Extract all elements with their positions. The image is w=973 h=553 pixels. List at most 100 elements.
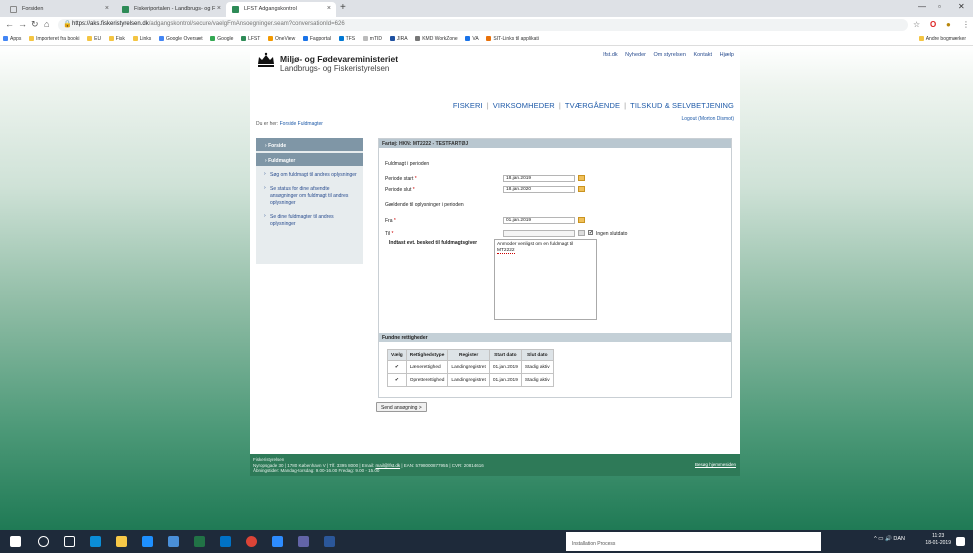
app-icon[interactable]	[168, 536, 179, 547]
send-ansoegning-button[interactable]: Send ansøgning >	[376, 402, 427, 412]
bookmark-item[interactable]: Fisk	[106, 33, 128, 42]
minimize-icon[interactable]: —	[918, 2, 926, 11]
nav-tvaergaaende[interactable]: TVÆRGÅENDE	[565, 101, 620, 110]
windows-start-icon[interactable]	[10, 536, 21, 547]
logo-ministry: Miljø- og Fødevareministeriet	[280, 54, 399, 64]
calendar-icon[interactable]	[578, 186, 585, 192]
breadcrumb-link[interactable]: Forside Fuldmagter	[280, 121, 323, 127]
top-link-lfst[interactable]: lfst.dk	[603, 52, 617, 58]
top-link-kontakt[interactable]: Kontakt	[693, 52, 712, 58]
reload-icon[interactable]: ↻	[31, 19, 39, 30]
system-tray[interactable]: ^ ▭ 🔊 DAN	[874, 536, 905, 542]
file-explorer-icon[interactable]	[116, 536, 127, 547]
rights-table: Vælg Rettighedstype Register Start dato …	[387, 349, 554, 387]
word-icon[interactable]	[324, 536, 335, 547]
bookmark-item[interactable]: Links	[130, 33, 155, 42]
nav-virksomheder[interactable]: VIRKSOMHEDER	[493, 101, 555, 110]
footer-visit-link[interactable]: Besøg hjemmesiden	[695, 462, 736, 468]
calendar-icon[interactable]	[578, 217, 585, 223]
bookmark-item[interactable]: VA	[462, 33, 481, 42]
tab-lfst-adgangskontrol[interactable]: LFST Adgangskontrol ×	[226, 2, 336, 17]
search-icon[interactable]	[38, 536, 49, 547]
sidebar-link-dine-fuldmagter[interactable]: Se dine fuldmagter til andres oplysninge…	[256, 210, 363, 231]
tab-forsiden[interactable]: Forsiden ×	[4, 2, 114, 17]
logout-link[interactable]: Logout (Morton Dismot)	[681, 116, 734, 122]
menu-dots-icon[interactable]: ⋮	[962, 20, 970, 29]
chrome-icon[interactable]	[246, 536, 257, 547]
opera-icon[interactable]: O	[930, 20, 936, 29]
sidebar-link-soeg-fuldmagt[interactable]: Søg om fuldmagt til andres oplysninger	[256, 168, 363, 182]
star-icon[interactable]: ☆	[913, 20, 920, 29]
crown-logo-icon	[258, 52, 274, 67]
row-select-checkbox[interactable]: ✔	[387, 360, 407, 374]
clock[interactable]: 11:23 18-01-2019	[925, 533, 951, 547]
home-icon[interactable]: ⌂	[44, 19, 49, 29]
footer-email-link[interactable]: mail@lfst.dk	[376, 463, 401, 468]
top-link-om-styrelsen[interactable]: Om styrelsen	[654, 52, 686, 58]
ingen-slutdato-label: Ingen slutdato	[596, 231, 628, 237]
back-arrow-icon[interactable]: ←	[5, 19, 14, 29]
besked-textarea[interactable]: Anmoder venligst om en fuldmagt til MT22…	[494, 239, 597, 320]
til-input[interactable]	[503, 230, 575, 237]
page-viewport: Miljø- og Fødevareministeriet Landbrugs-…	[0, 46, 973, 530]
bookmark-item[interactable]: EU	[84, 33, 104, 42]
maximize-icon[interactable]: ▫	[938, 2, 941, 11]
bookmark-item[interactable]: SIT-Links til applikati	[483, 33, 542, 42]
bookmark-item[interactable]: mTID	[360, 33, 385, 42]
forward-arrow-icon[interactable]: →	[18, 19, 27, 29]
folder-icon	[918, 36, 924, 41]
periode-start-label: Periode start *	[385, 176, 417, 182]
sidebar-link-status[interactable]: Se status for dine afsendte ansøgninger …	[256, 182, 363, 210]
bookmark-other[interactable]: Andre bogmærker	[916, 33, 969, 42]
fra-input[interactable]: 01.jan.2019	[503, 217, 575, 224]
site-favicon-icon	[241, 36, 247, 41]
notifications-icon[interactable]	[956, 537, 965, 546]
row-select-checkbox[interactable]: ✔	[387, 373, 407, 387]
profile-avatar-icon[interactable]: ●	[946, 20, 951, 29]
url-bar[interactable]: 🔒 https://aks.fiskeristyrelsen.dk/adgang…	[58, 19, 908, 31]
folder-icon	[132, 36, 138, 41]
sidebar-item-forside[interactable]: › Forside	[256, 138, 363, 153]
new-tab-button[interactable]: +	[340, 2, 346, 13]
bookmark-apps[interactable]: Apps	[0, 33, 24, 42]
window-close-icon[interactable]: ✕	[958, 2, 965, 11]
close-icon[interactable]: ×	[105, 5, 109, 12]
tab-fiskeriportalen[interactable]: Fiskeriportalen - Landbrugs- og F ×	[116, 2, 226, 17]
breadcrumb: Du er her: Forside Fuldmagter	[256, 121, 323, 127]
bookmark-item[interactable]: Importeret fra booki	[26, 33, 82, 42]
app-icon[interactable]	[272, 536, 283, 547]
bookmark-item[interactable]: Google Oversæt	[156, 33, 206, 42]
calendar-icon[interactable]	[578, 175, 585, 181]
calendar-icon[interactable]	[578, 230, 585, 236]
excel-icon[interactable]	[194, 536, 205, 547]
bookmark-item[interactable]: Google	[207, 33, 236, 42]
oneview-icon	[268, 36, 273, 41]
close-icon[interactable]: ×	[217, 5, 221, 12]
bookmark-item[interactable]: Fagportal	[300, 33, 334, 42]
app-icon[interactable]	[90, 536, 101, 547]
edge-icon[interactable]	[142, 536, 153, 547]
nav-separator: |	[558, 101, 561, 110]
periode-slut-input[interactable]: 18.jan.2020	[503, 186, 575, 193]
bookmark-item[interactable]: KMD WorkZone	[412, 33, 460, 42]
top-link-nyheder[interactable]: Nyheder	[625, 52, 646, 58]
nav-tilskud[interactable]: TILSKUD & SELVBETJENING	[630, 101, 734, 110]
bookmark-item[interactable]: OneView	[265, 33, 298, 42]
bookmark-item[interactable]: LFST	[238, 33, 263, 42]
ingen-slutdato-checkbox[interactable]: ✔	[588, 230, 593, 235]
app-icon[interactable]	[298, 536, 309, 547]
nav-separator: |	[486, 101, 489, 110]
folder-icon	[108, 36, 114, 41]
nav-fiskeri[interactable]: FISKERI	[453, 101, 483, 110]
site-container: Miljø- og Fødevareministeriet Landbrugs-…	[250, 46, 740, 476]
close-icon[interactable]: ×	[327, 5, 331, 12]
taskbar-search-input[interactable]: Installation Process	[566, 532, 821, 551]
sidebar-item-fuldmagter[interactable]: › Fuldmagter	[256, 153, 363, 168]
outlook-icon[interactable]	[220, 536, 231, 547]
fra-label: Fra *	[385, 218, 396, 224]
bookmark-item[interactable]: JIRA	[387, 33, 411, 42]
periode-start-input[interactable]: 18.jan.2019	[503, 175, 575, 182]
bookmark-item[interactable]: TFS	[336, 33, 358, 42]
top-link-hjaelp[interactable]: Hjælp	[720, 52, 734, 58]
task-view-icon[interactable]	[64, 536, 75, 547]
